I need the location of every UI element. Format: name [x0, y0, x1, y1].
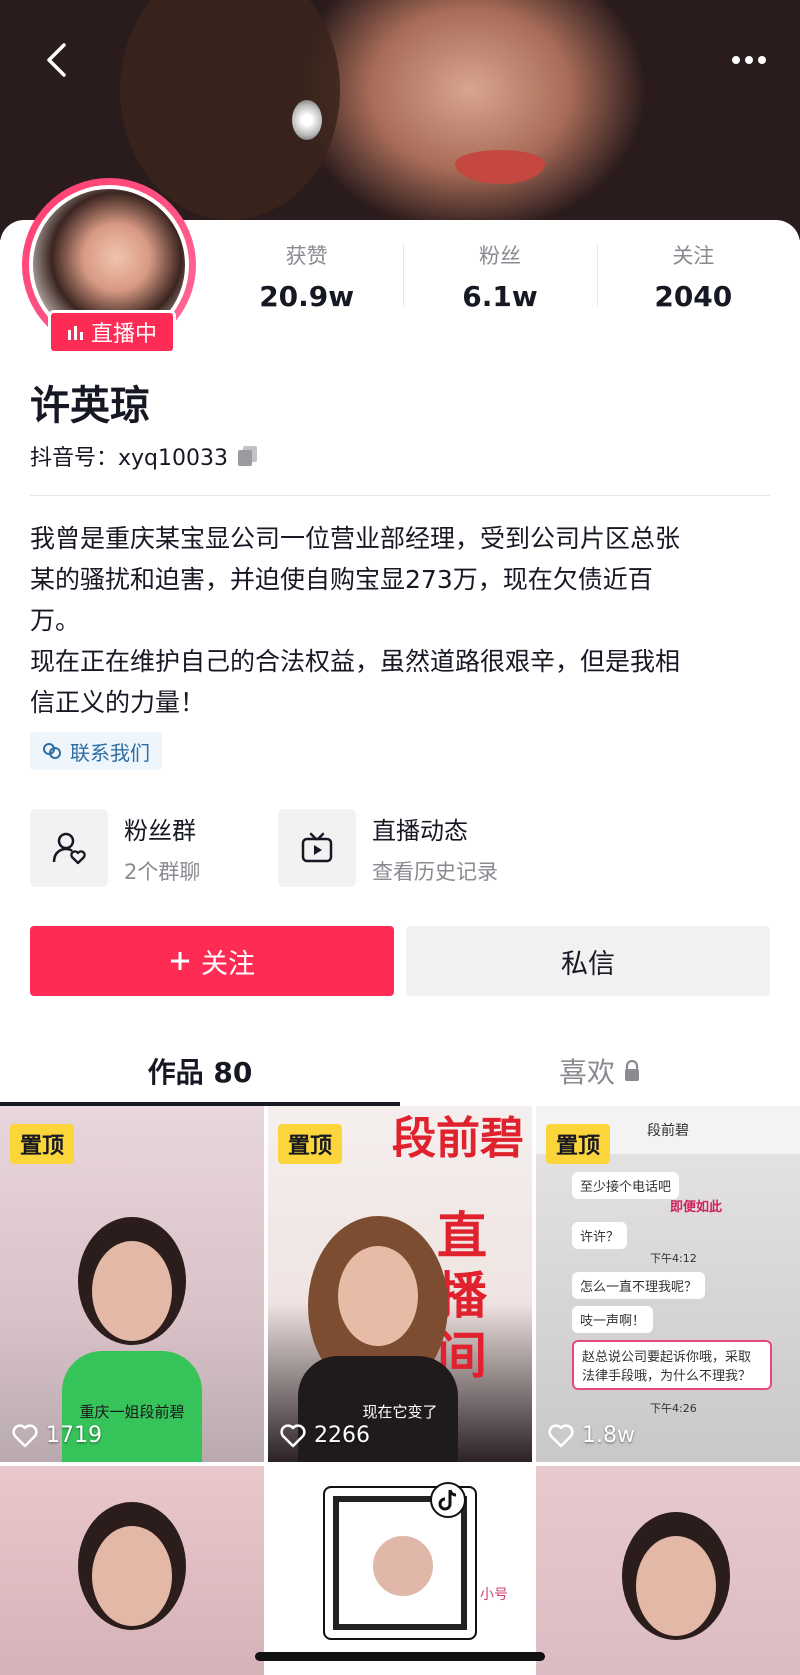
- chat-timestamp: 下午4:12: [650, 1252, 697, 1265]
- qr-avatar: [370, 1533, 436, 1599]
- video-thumbnail[interactable]: [0, 1466, 264, 1675]
- lock-icon: [625, 1060, 639, 1081]
- chat-timestamp: 下午4:26: [650, 1402, 697, 1415]
- profile-name: 许英琼: [30, 383, 150, 429]
- tiktok-logo-icon: [430, 1482, 466, 1518]
- like-count: 2266: [314, 1423, 370, 1448]
- stat-label: 获赞: [285, 244, 328, 268]
- live-history-subtitle: 查看历史记录: [372, 859, 498, 884]
- fan-group-icon: [52, 832, 86, 865]
- contact-us-label: 联系我们: [70, 740, 150, 765]
- tab-works[interactable]: 作品 80: [0, 1036, 400, 1106]
- live-history-text: 直播动态 查看历史记录: [372, 811, 498, 886]
- more-dots-icon: [732, 56, 766, 64]
- stat-label: 粉丝: [478, 244, 521, 268]
- stat-value: 20.9w: [259, 280, 355, 313]
- video-grid: 重庆一姐段前碧 置顶 1719 段前碧 直播间 现在它变了 置顶 2266 段前…: [0, 1106, 800, 1675]
- stat-likes[interactable]: 获赞 20.9w: [210, 240, 403, 313]
- chat-message: 怎么一直不理我呢？: [572, 1272, 706, 1299]
- live-bars-icon: [67, 326, 83, 340]
- video-caption: 现在它变了: [362, 1403, 438, 1421]
- link-icon: [43, 743, 61, 759]
- pinned-badge: 置顶: [278, 1124, 342, 1164]
- tab-likes-label: 喜欢: [558, 1056, 615, 1089]
- alt-account-tag: 小号: [480, 1587, 508, 1603]
- video-thumbnail[interactable]: 段前碧 至少接个电话吧 即便如此 许许？ 下午4:12 怎么一直不理我呢？ 吱一…: [536, 1106, 800, 1462]
- stat-value: 2040: [654, 280, 733, 313]
- fan-group-icon-box: [30, 809, 108, 887]
- chat-message: 许许？: [572, 1222, 628, 1249]
- chevron-left-icon: [47, 43, 66, 77]
- chat-annotation: 即便如此: [670, 1200, 723, 1215]
- douyin-id-row: 抖音号：xyq10033: [30, 440, 260, 472]
- live-badge-label: 直播中: [90, 322, 157, 347]
- like-count: 1.8w: [582, 1423, 635, 1448]
- tab-likes[interactable]: 喜欢: [400, 1036, 800, 1106]
- chat-message: 吱一声啊！: [572, 1306, 654, 1333]
- heart-icon: [12, 1423, 38, 1447]
- profile-bio: 我曾是重庆某宝显公司一位营业部经理，受到公司片区总张 某的骚扰和迫害，并迫使自购…: [30, 524, 681, 717]
- live-tv-icon-box: [278, 809, 356, 887]
- copy-icon[interactable]: [236, 444, 260, 468]
- fan-group-entry[interactable]: 粉丝群 2个群聊: [30, 808, 200, 888]
- tab-works-label: 作品 80: [147, 1056, 253, 1089]
- heart-icon: [280, 1423, 306, 1447]
- video-likes: 1719: [12, 1423, 102, 1448]
- video-likes: 1.8w: [548, 1423, 635, 1448]
- video-caption: 重庆一姐段前碧: [79, 1403, 185, 1421]
- fan-group-title: 粉丝群: [124, 816, 196, 845]
- message-label: 私信: [561, 948, 615, 980]
- contact-us-tag[interactable]: 联系我们: [30, 732, 162, 770]
- plus-icon: [171, 952, 189, 970]
- profile-stats: 获赞 20.9w 粉丝 6.1w 关注 2040: [210, 240, 790, 313]
- divider: [30, 495, 770, 496]
- stat-label: 关注: [672, 244, 715, 268]
- heart-icon: [548, 1423, 574, 1447]
- back-button[interactable]: [36, 40, 76, 80]
- douyin-id: 抖音号：xyq10033: [30, 446, 228, 471]
- video-thumbnail[interactable]: 重庆一姐段前碧 置顶 1719: [0, 1106, 264, 1462]
- live-badge[interactable]: 直播中: [48, 310, 176, 354]
- pinned-badge: 置顶: [10, 1124, 74, 1164]
- like-count: 1719: [46, 1423, 102, 1448]
- fan-group-text: 粉丝群 2个群聊: [124, 811, 200, 886]
- pinned-badge: 置顶: [546, 1124, 610, 1164]
- thumbnail-person: [52, 1506, 212, 1675]
- stat-following[interactable]: 关注 2040: [596, 240, 790, 313]
- video-thumbnail[interactable]: 段前碧 直播间 现在它变了 置顶 2266: [268, 1106, 532, 1462]
- fan-group-subtitle: 2个群聊: [124, 859, 201, 884]
- follow-label: 关注: [201, 948, 255, 980]
- chat-message: 赵总说公司要起诉你哦，采取法律手段哦，为什么不理我？: [572, 1340, 772, 1390]
- live-tv-icon: [301, 832, 333, 863]
- thumbnail-title-overlay: 段前碧: [392, 1113, 524, 1164]
- live-history-title: 直播动态: [372, 816, 468, 845]
- video-thumbnail[interactable]: 小号: [268, 1466, 532, 1675]
- banner-earring: [292, 100, 322, 140]
- home-indicator[interactable]: [255, 1652, 545, 1661]
- message-button[interactable]: 私信: [406, 926, 770, 996]
- video-likes: 2266: [280, 1423, 370, 1448]
- content-tabs: 作品 80 喜欢: [0, 1036, 800, 1106]
- stat-value: 6.1w: [462, 280, 538, 313]
- more-button[interactable]: [724, 40, 774, 80]
- video-thumbnail[interactable]: [536, 1466, 800, 1675]
- thumbnail-person: [596, 1516, 756, 1675]
- banner-lips: [455, 150, 545, 184]
- stat-followers[interactable]: 粉丝 6.1w: [403, 240, 596, 313]
- follow-button[interactable]: 关注: [30, 926, 394, 996]
- live-history-entry[interactable]: 直播动态 查看历史记录: [278, 808, 498, 888]
